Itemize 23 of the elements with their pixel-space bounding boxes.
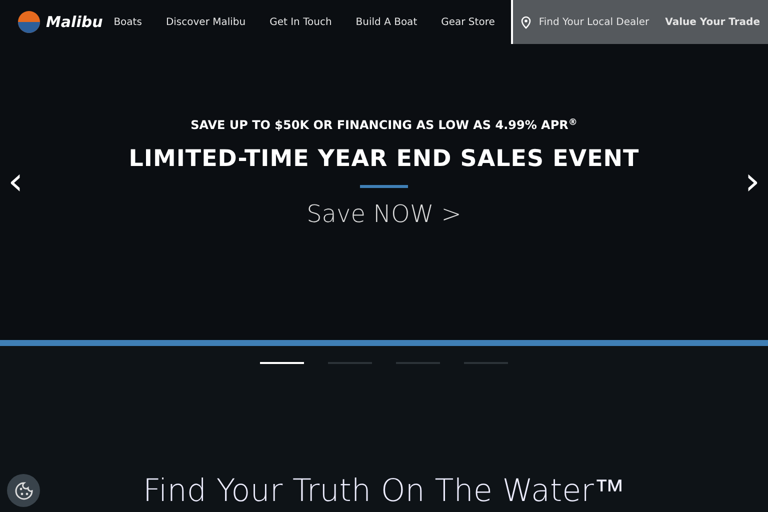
slide-indicator[interactable] (328, 362, 372, 364)
save-now-link[interactable]: Save NOW > (306, 196, 462, 232)
cookie-settings-button[interactable] (7, 474, 40, 507)
location-pin-icon (520, 16, 531, 28)
dealer-link[interactable]: Find Your Local Dealer (520, 14, 650, 30)
nav-link[interactable]: Gear Store (441, 14, 495, 30)
cookie-icon (14, 480, 34, 500)
previous-slide-button[interactable]: ‹ (2, 162, 30, 200)
promo-subtitle: SAVE UP TO $50K OR FINANCING AS LOW AS 4.99% APR$^{®}$ (190, 116, 578, 134)
hero-title: LIMITED-TIME YEAR END SALES EVENT (128, 145, 640, 174)
slide-indicator[interactable] (260, 362, 304, 364)
sun-icon (16, 10, 42, 34)
section-heading: Find Your Truth On The Water™ (143, 476, 625, 507)
title-underline (360, 184, 408, 188)
slide-indicator[interactable] (396, 362, 440, 364)
slide-indicator[interactable] (464, 362, 508, 364)
next-slide-button[interactable]: › (738, 162, 766, 200)
nav-link[interactable]: Build A Boat (356, 14, 418, 30)
logo[interactable]: Malibu (16, 10, 103, 34)
trade-link[interactable]: Value Your Trade (665, 14, 760, 30)
nav-link[interactable]: Boats (114, 14, 142, 30)
nav-link[interactable]: Discover Malibu (166, 14, 246, 30)
nav-link[interactable]: Get In Touch (270, 14, 332, 30)
